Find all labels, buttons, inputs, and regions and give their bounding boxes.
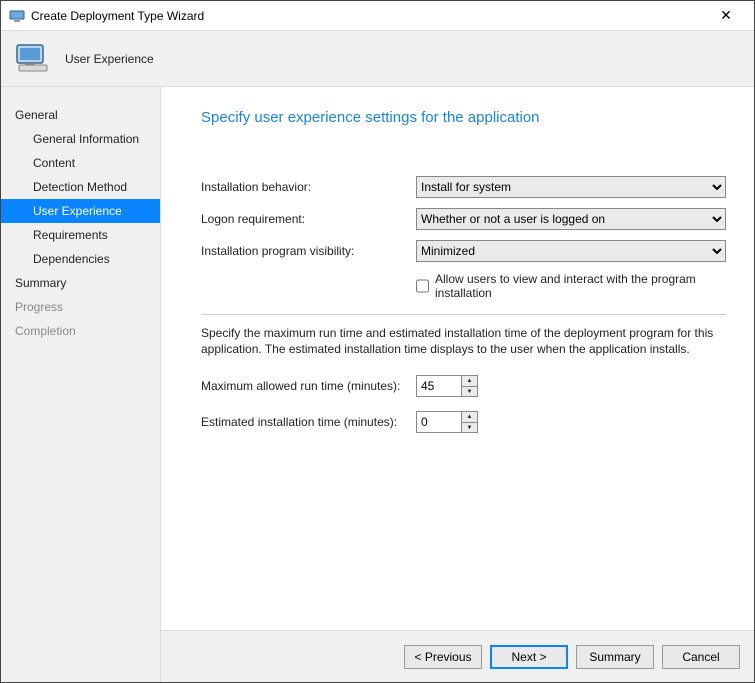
sidebar-item-general-information[interactable]: General Information	[1, 127, 160, 151]
cancel-button[interactable]: Cancel	[662, 645, 740, 669]
est-time-up-button[interactable]: ▲	[462, 412, 477, 423]
wizard-sidebar: General General Information Content Dete…	[1, 87, 161, 682]
summary-button[interactable]: Summary	[576, 645, 654, 669]
separator	[201, 314, 726, 315]
wizard-main: Specify user experience settings for the…	[161, 87, 754, 682]
page-title: Specify user experience settings for the…	[201, 109, 726, 126]
sidebar-group-summary[interactable]: Summary	[1, 271, 160, 295]
input-max-runtime[interactable]	[417, 376, 461, 396]
label-install-behavior: Installation behavior:	[201, 180, 416, 194]
sidebar-item-dependencies[interactable]: Dependencies	[1, 247, 160, 271]
est-time-down-button[interactable]: ▼	[462, 423, 477, 433]
chevron-down-icon: ▼	[467, 425, 473, 431]
select-install-behavior[interactable]: Install for system	[416, 176, 726, 198]
spinner-est-time: ▲ ▼	[416, 411, 478, 433]
computer-icon	[13, 41, 53, 77]
wizard-footer: < Previous Next > Summary Cancel	[161, 630, 754, 682]
checkbox-allow-interaction[interactable]	[416, 279, 429, 293]
select-logon-requirement[interactable]: Whether or not a user is logged on	[416, 208, 726, 230]
select-visibility[interactable]: Minimized	[416, 240, 726, 262]
titlebar: Create Deployment Type Wizard ✕	[1, 1, 754, 31]
sidebar-group-general[interactable]: General	[1, 103, 160, 127]
row-est-time: Estimated installation time (minutes): ▲…	[201, 411, 726, 433]
chevron-up-icon: ▲	[467, 378, 473, 384]
max-runtime-up-button[interactable]: ▲	[462, 376, 477, 387]
chevron-down-icon: ▼	[467, 389, 473, 395]
wizard-window: Create Deployment Type Wizard ✕ User Exp…	[0, 0, 755, 683]
sidebar-group-completion: Completion	[1, 319, 160, 343]
close-button[interactable]: ✕	[706, 2, 746, 30]
row-logon-requirement: Logon requirement: Whether or not a user…	[201, 208, 726, 230]
max-runtime-down-button[interactable]: ▼	[462, 387, 477, 397]
previous-button[interactable]: < Previous	[404, 645, 482, 669]
label-max-runtime: Maximum allowed run time (minutes):	[201, 379, 416, 393]
sidebar-item-requirements[interactable]: Requirements	[1, 223, 160, 247]
wizard-step-title: User Experience	[65, 52, 154, 66]
label-logon-requirement: Logon requirement:	[201, 212, 416, 226]
next-button[interactable]: Next >	[490, 645, 568, 669]
app-icon	[9, 8, 25, 24]
window-title: Create Deployment Type Wizard	[31, 9, 706, 23]
runtime-description: Specify the maximum run time and estimat…	[201, 325, 726, 357]
label-allow-interaction: Allow users to view and interact with th…	[435, 272, 726, 300]
spinner-max-runtime: ▲ ▼	[416, 375, 478, 397]
row-install-behavior: Installation behavior: Install for syste…	[201, 176, 726, 198]
wizard-content: Specify user experience settings for the…	[161, 87, 754, 630]
sidebar-group-progress: Progress	[1, 295, 160, 319]
input-est-time[interactable]	[417, 412, 461, 432]
label-visibility: Installation program visibility:	[201, 244, 416, 258]
row-max-runtime: Maximum allowed run time (minutes): ▲ ▼	[201, 375, 726, 397]
wizard-body: General General Information Content Dete…	[1, 87, 754, 682]
close-icon: ✕	[720, 7, 732, 24]
chevron-up-icon: ▲	[467, 414, 473, 420]
label-est-time: Estimated installation time (minutes):	[201, 415, 416, 429]
wizard-header: User Experience	[1, 31, 754, 87]
row-allow-interaction: Allow users to view and interact with th…	[416, 272, 726, 300]
row-visibility: Installation program visibility: Minimiz…	[201, 240, 726, 262]
sidebar-item-detection-method[interactable]: Detection Method	[1, 175, 160, 199]
sidebar-item-user-experience[interactable]: User Experience	[1, 199, 160, 223]
sidebar-item-content[interactable]: Content	[1, 151, 160, 175]
